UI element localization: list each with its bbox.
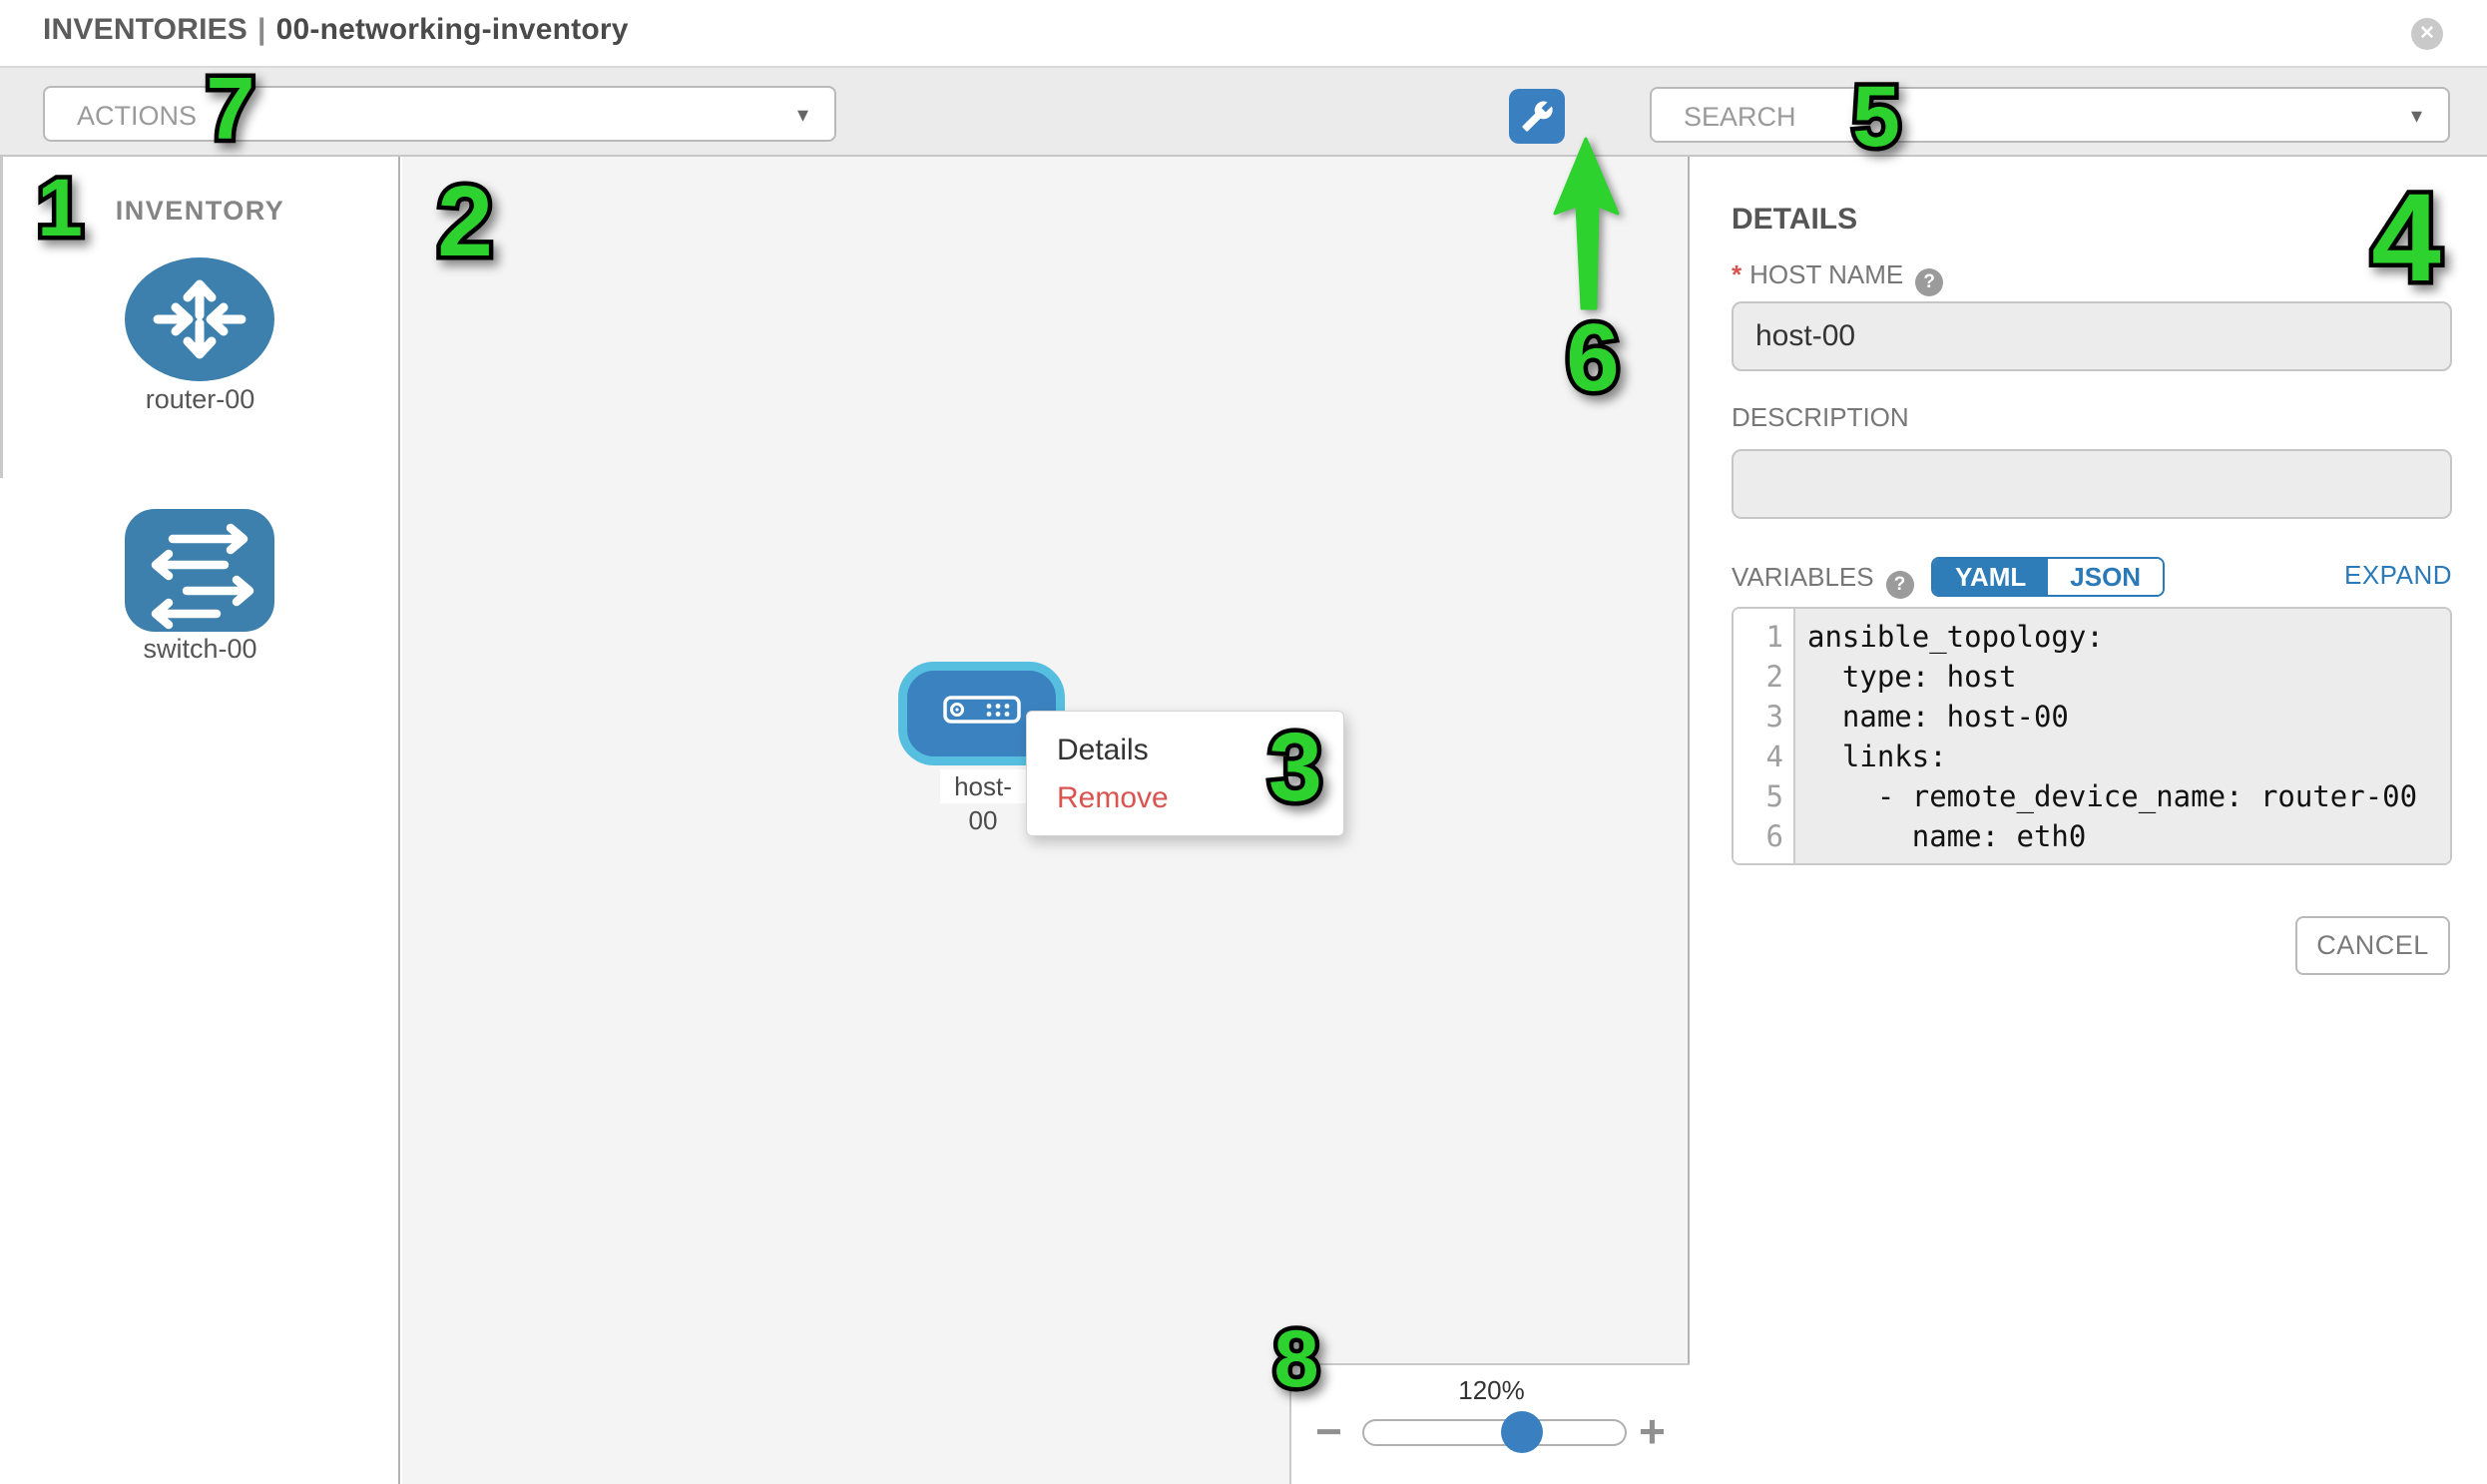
sidebar-item-router[interactable] bbox=[125, 257, 274, 386]
wrench-tool-button[interactable] bbox=[1509, 89, 1565, 144]
editor-line-number: 4 bbox=[1734, 737, 1795, 776]
editor-line-text: name: host-00 bbox=[1795, 697, 2450, 737]
editor-line-number: 3 bbox=[1734, 697, 1795, 737]
editor-line: 2 type: host bbox=[1734, 657, 2450, 697]
zoom-control-panel: 120% − + bbox=[1289, 1363, 1690, 1484]
variables-label: VARIABLES bbox=[1732, 562, 1874, 592]
expand-link[interactable]: EXPAND bbox=[2344, 560, 2452, 591]
actions-dropdown[interactable]: ACTIONS ▾ bbox=[43, 86, 836, 142]
description-label: DESCRIPTION bbox=[1732, 402, 1909, 433]
editor-line-number: 1 bbox=[1734, 617, 1795, 657]
editor-body: 1ansible_topology:2 type: host3 name: ho… bbox=[1734, 617, 2450, 865]
variables-format-toggle: YAML JSON bbox=[1931, 557, 2165, 597]
editor-line: 4 links: bbox=[1734, 737, 2450, 776]
actions-dropdown-label: ACTIONS bbox=[77, 101, 197, 132]
editor-line-number: 5 bbox=[1734, 776, 1795, 816]
sidebar-item-router-label: router-00 bbox=[0, 384, 400, 415]
tab-yaml[interactable]: YAML bbox=[1933, 559, 2048, 595]
header: INVENTORIES|00-networking-inventory ✕ bbox=[0, 0, 2487, 66]
search-dropdown[interactable]: SEARCH ▾ bbox=[1650, 87, 2450, 143]
details-panel-title: DETAILS bbox=[1732, 203, 1857, 237]
zoom-slider-thumb[interactable] bbox=[1501, 1411, 1543, 1453]
description-field[interactable] bbox=[1732, 449, 2452, 519]
context-menu: Details Remove bbox=[1026, 711, 1344, 836]
editor-line-text: links: bbox=[1795, 737, 2450, 776]
breadcrumb-section: INVENTORIES bbox=[43, 13, 248, 46]
editor-padding bbox=[1734, 609, 2450, 617]
sidebar-title: INVENTORY bbox=[0, 196, 400, 227]
host-server-icon bbox=[943, 696, 1021, 729]
tab-json[interactable]: JSON bbox=[2048, 559, 2163, 595]
editor-line-text: ansible_topology: bbox=[1795, 617, 2450, 657]
context-menu-item-remove[interactable]: Remove bbox=[1027, 774, 1343, 822]
context-menu-item-details[interactable]: Details bbox=[1027, 727, 1343, 774]
editor-line-number: 2 bbox=[1734, 657, 1795, 697]
zoom-slider-track[interactable] bbox=[1362, 1419, 1627, 1446]
variables-editor[interactable]: 1ansible_topology:2 type: host3 name: ho… bbox=[1732, 607, 2452, 865]
editor-line: 6 name: eth0 bbox=[1734, 816, 2450, 856]
close-icon[interactable]: ✕ bbox=[2411, 18, 2443, 50]
toolbar: ACTIONS ▾ SEARCH ▾ bbox=[0, 66, 2487, 157]
variables-label-row: VARIABLES? bbox=[1732, 562, 1914, 599]
editor-line-text: remote_interface_name: eth0 bbox=[1795, 856, 2450, 865]
host-name-field[interactable] bbox=[1732, 301, 2452, 371]
host-node-label: host-00 bbox=[940, 769, 1026, 803]
help-icon[interactable]: ? bbox=[1915, 268, 1943, 296]
editor-line-number: 7 bbox=[1734, 856, 1795, 865]
chevron-down-icon: ▾ bbox=[797, 102, 808, 128]
editor-line-text: name: eth0 bbox=[1795, 816, 2450, 856]
switch-icon bbox=[125, 509, 274, 637]
editor-line-text: type: host bbox=[1795, 657, 2450, 697]
zoom-level-value: 120% bbox=[1291, 1375, 1692, 1406]
details-panel: DETAILS * HOST NAME? DESCRIPTION VARIABLE… bbox=[1692, 157, 2487, 1484]
breadcrumb-separator: | bbox=[248, 13, 276, 46]
editor-line-number: 6 bbox=[1734, 816, 1795, 856]
host-name-label: HOST NAME bbox=[1749, 259, 1903, 289]
host-name-label-row: * HOST NAME? bbox=[1732, 259, 1943, 296]
editor-line-text: - remote_device_name: router-00 bbox=[1795, 776, 2450, 816]
editor-line: 5 - remote_device_name: router-00 bbox=[1734, 776, 2450, 816]
zoom-in-button[interactable]: + bbox=[1639, 1401, 1666, 1461]
cancel-button[interactable]: CANCEL bbox=[2295, 916, 2450, 975]
editor-line: 1ansible_topology: bbox=[1734, 617, 2450, 657]
sidebar-item-switch-label: switch-00 bbox=[0, 634, 400, 665]
page-title: INVENTORIES|00-networking-inventory bbox=[43, 13, 629, 47]
sidebar-item-switch[interactable] bbox=[125, 509, 274, 637]
chevron-down-icon: ▾ bbox=[2411, 103, 2422, 129]
wrench-icon bbox=[1521, 100, 1554, 133]
router-icon bbox=[125, 257, 274, 386]
inventory-topology-page: INVENTORIES|00-networking-inventory ✕ AC… bbox=[0, 0, 2487, 1484]
help-icon[interactable]: ? bbox=[1886, 571, 1914, 599]
breadcrumb-inventory-name: 00-networking-inventory bbox=[276, 13, 629, 46]
zoom-out-button[interactable]: − bbox=[1315, 1401, 1342, 1461]
search-input-placeholder: SEARCH bbox=[1684, 102, 1796, 133]
editor-line: 3 name: host-00 bbox=[1734, 697, 2450, 737]
required-asterisk: * bbox=[1732, 259, 1741, 289]
editor-line: 7 remote_interface_name: eth0 bbox=[1734, 856, 2450, 865]
